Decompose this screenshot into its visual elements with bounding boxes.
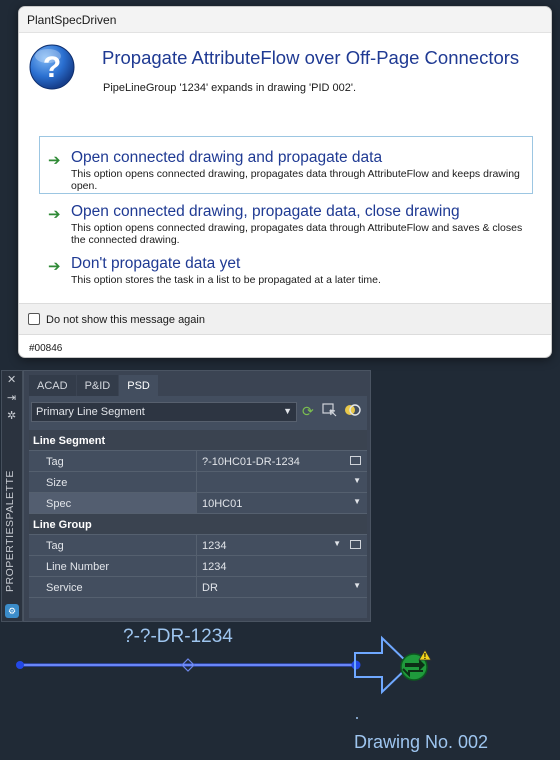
- prop-row-size[interactable]: Size ▼: [29, 472, 367, 493]
- prop-key: Size: [29, 472, 197, 492]
- svg-text:?: ?: [43, 51, 61, 84]
- tab-psd[interactable]: PSD: [119, 375, 158, 396]
- option-title: Open connected drawing, propagate data, …: [71, 203, 460, 220]
- green-arrow-icon: ➔: [48, 206, 61, 223]
- palette-panel: Primary Line Segment ▼ ⟳ Line Segment Ta…: [29, 396, 367, 618]
- prop-value: 10HC01: [202, 498, 243, 510]
- dialog-titlebar: PlantSpecDriven: [19, 7, 551, 33]
- prop-key: Service: [29, 577, 197, 597]
- question-icon: ?: [29, 44, 75, 90]
- drawing-number-label: Drawing No. 002: [354, 732, 489, 752]
- prop-value: 1234: [202, 540, 227, 552]
- close-icon[interactable]: ✕: [7, 373, 16, 386]
- option-open-propagate[interactable]: ➔ Open connected drawing and propagate d…: [39, 136, 533, 194]
- prop-row-tag[interactable]: Tag ?-10HC01-DR-1234: [29, 451, 367, 472]
- connector-insert-point: [356, 717, 358, 719]
- chevron-down-icon[interactable]: ▼: [353, 476, 361, 485]
- prop-key: Line Number: [29, 556, 197, 576]
- object-selector[interactable]: Primary Line Segment ▼: [31, 402, 297, 422]
- option-open-propagate-close[interactable]: ➔ Open connected drawing, propagate data…: [39, 190, 533, 248]
- option-description: This option opens connected drawing, pro…: [71, 168, 520, 192]
- chevron-down-icon[interactable]: ▼: [353, 581, 361, 590]
- auto-hide-icon[interactable]: ⇥: [7, 391, 16, 404]
- refresh-icon[interactable]: ⟳: [302, 403, 314, 420]
- prop-key: Tag: [29, 451, 197, 471]
- group-line-segment[interactable]: Line Segment: [29, 430, 367, 451]
- prop-key: Tag: [29, 535, 197, 555]
- prop-key: Spec: [29, 493, 197, 513]
- tag-editor-icon[interactable]: [350, 540, 361, 549]
- prop-value: DR: [202, 582, 218, 594]
- option-description: This option stores the task in a list to…: [71, 274, 381, 286]
- green-arrow-icon: ➔: [48, 152, 61, 169]
- property-grid: Line Segment Tag ?-10HC01-DR-1234 Size ▼…: [29, 430, 367, 598]
- option-dont-propagate[interactable]: ➔ Don't propagate data yet This option s…: [39, 244, 533, 288]
- message-code: #00846: [29, 343, 63, 354]
- palette-tabs: ACAD P&ID PSD: [29, 375, 159, 396]
- group-line-group[interactable]: Line Group: [29, 514, 367, 535]
- option-list: ➔ Open connected drawing and propagate d…: [39, 136, 533, 288]
- prop-row-group-tag[interactable]: Tag 1234 ▼: [29, 535, 367, 556]
- dont-show-again-label: Do not show this message again: [46, 314, 205, 326]
- dialog-footer: Do not show this message again: [19, 303, 551, 335]
- prop-row-spec[interactable]: Spec 10HC01 ▼: [29, 493, 367, 514]
- chevron-down-icon[interactable]: ▼: [353, 497, 361, 506]
- tab-acad[interactable]: ACAD: [29, 375, 76, 396]
- dont-show-again-checkbox[interactable]: [28, 313, 40, 325]
- chevron-down-icon: ▼: [283, 406, 292, 416]
- palette-vertical-title: PROPERTIESPALETTE: [4, 470, 16, 592]
- prop-value: [198, 472, 367, 492]
- quick-select-icon[interactable]: [322, 402, 338, 421]
- dialog-subtext: PipeLineGroup '1234' expands in drawing …: [103, 82, 357, 94]
- prop-value: ?-10HC01-DR-1234: [202, 456, 300, 468]
- plant-logo-icon: ⚙: [5, 604, 19, 618]
- properties-palette: ACAD P&ID PSD Primary Line Segment ▼ ⟳ Lin…: [23, 370, 371, 622]
- chevron-down-icon[interactable]: ▼: [333, 539, 341, 548]
- prop-row-line-number[interactable]: Line Number 1234: [29, 556, 367, 577]
- settings-icon[interactable]: ✲: [7, 409, 16, 422]
- tag-editor-icon[interactable]: [350, 456, 361, 465]
- propagate-dialog: PlantSpecDriven ? Propagate AttributeFlo…: [18, 6, 552, 358]
- svg-text:!: !: [424, 652, 427, 661]
- toggle-pickadd-icon[interactable]: [344, 402, 362, 421]
- grip-start[interactable]: [16, 661, 24, 669]
- option-description: This option opens connected drawing, pro…: [71, 222, 523, 246]
- selected-object-label: Primary Line Segment: [36, 406, 145, 418]
- prop-value: 1234: [202, 561, 227, 573]
- option-title: Open connected drawing and propagate dat…: [71, 149, 383, 166]
- prop-row-service[interactable]: Service DR ▼: [29, 577, 367, 598]
- tab-pid[interactable]: P&ID: [76, 375, 119, 396]
- drawing-canvas: !: [16, 635, 432, 719]
- green-arrow-icon: ➔: [48, 258, 61, 275]
- dialog-header: ? Propagate AttributeFlow over Off-Page …: [19, 33, 551, 113]
- dialog-heading: Propagate AttributeFlow over Off-Page Co…: [102, 47, 520, 68]
- option-title: Don't propagate data yet: [71, 255, 241, 272]
